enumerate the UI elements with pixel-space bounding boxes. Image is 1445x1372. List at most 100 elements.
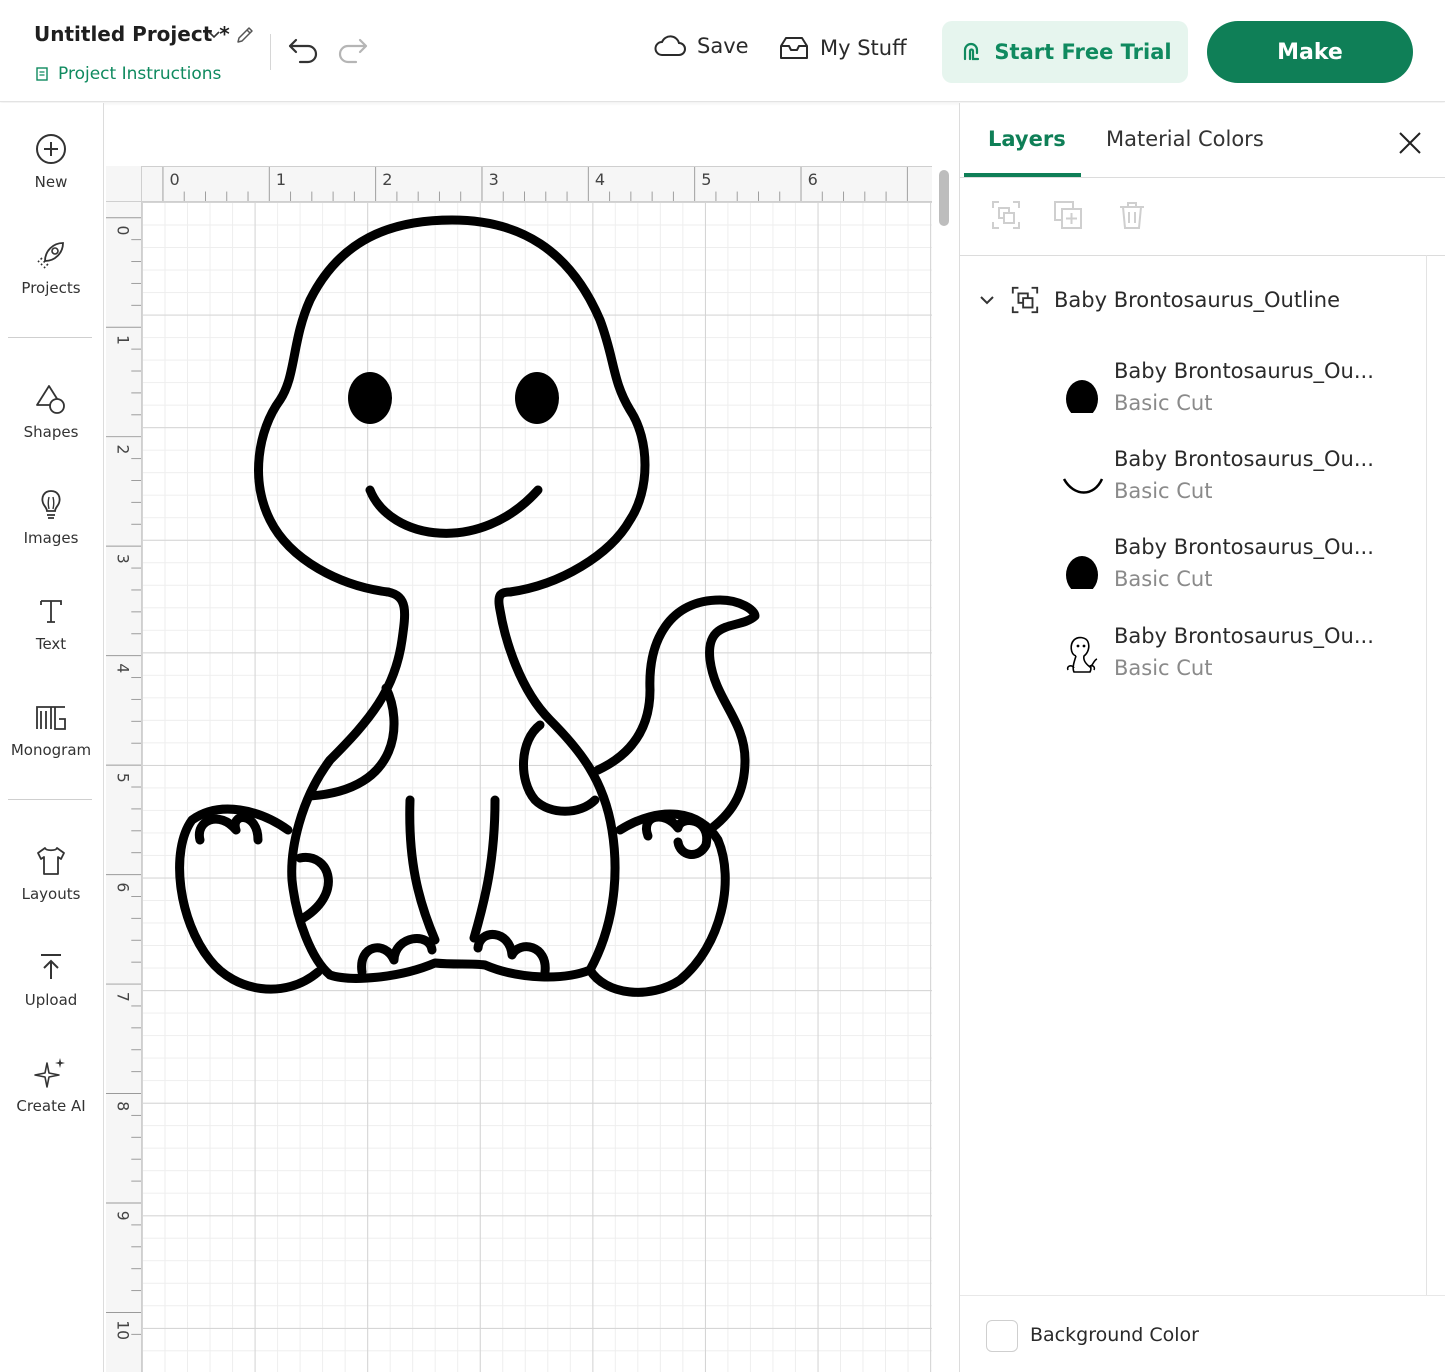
ruler-label: 5 — [114, 773, 132, 783]
dino-front-leg-right — [469, 795, 500, 943]
ruler-label: 0 — [114, 226, 132, 236]
layer-group-row[interactable]: Baby Brontosaurus_Outline — [978, 285, 1340, 315]
sidebar-divider — [8, 799, 92, 800]
access-icon — [964, 42, 980, 61]
layer-name: Baby Brontosaurus_Ou... — [1114, 624, 1374, 648]
project-title[interactable]: Untitled Project * — [34, 22, 230, 46]
dino-back-leg — [519, 720, 600, 816]
ruler-label: 7 — [114, 992, 132, 1002]
sidebar-item-label: New — [34, 173, 68, 191]
sidebar-item-layouts[interactable]: Layouts — [0, 843, 102, 903]
cloud-icon — [654, 35, 686, 56]
sidebar-item-label: Layouts — [21, 885, 81, 903]
layer-operation: Basic Cut — [1114, 656, 1213, 680]
layer-name: Baby Brontosaurus_Ou... — [1114, 535, 1374, 559]
horizontal-ruler: 0 1 2 3 4 5 6 — [106, 166, 932, 202]
background-color-label: Background Color — [1030, 1324, 1199, 1346]
dino-smile — [365, 485, 543, 538]
sidebar-item-label: Images — [23, 529, 79, 547]
layer-operation: Basic Cut — [1114, 479, 1213, 503]
save-label: Save — [697, 34, 749, 58]
tab-layers[interactable]: Layers — [988, 127, 1066, 151]
background-color-row[interactable]: Background Color — [960, 1295, 1445, 1372]
smile-curve-icon — [1062, 478, 1104, 494]
make-button[interactable]: Make — [1207, 21, 1413, 83]
ruler-label: 3 — [114, 554, 132, 564]
ruler-label: 8 — [114, 1101, 132, 1111]
pencil-icon[interactable] — [234, 24, 256, 46]
chevron-down-icon[interactable] — [978, 291, 996, 309]
redo-icon[interactable] — [336, 34, 370, 66]
layer-name: Baby Brontosaurus_Ou... — [1114, 447, 1374, 471]
start-free-trial-label: Start Free Trial — [994, 40, 1172, 64]
dino-right-toes — [642, 812, 712, 859]
chevron-down-icon[interactable] — [206, 26, 222, 42]
dino-front-leg-left — [405, 795, 440, 945]
ruler-label: 2 — [382, 170, 392, 189]
sidebar-item-create-ai[interactable]: Create AI — [0, 1055, 102, 1115]
undo-icon[interactable] — [286, 34, 320, 66]
sparkle-icon — [34, 1058, 65, 1088]
canvas-scrollbar[interactable] — [939, 170, 949, 226]
save-button[interactable]: Save — [653, 34, 749, 58]
layer-operation: Basic Cut — [1114, 567, 1213, 591]
ruler-label: 9 — [114, 1211, 132, 1221]
ruler-label: 6 — [808, 170, 818, 189]
sidebar-item-label: Shapes — [23, 423, 79, 441]
sidebar-item-label: Upload — [24, 991, 78, 1009]
layers-panel: Layers Material Colors Baby Brontosaurus… — [959, 103, 1445, 1372]
dino-left-knee — [295, 852, 333, 925]
tab-material-colors[interactable]: Material Colors — [1106, 127, 1264, 151]
ruler-label: 5 — [701, 170, 711, 189]
sidebar-item-upload[interactable]: Upload — [0, 949, 102, 1009]
layer-item[interactable]: Baby Brontosaurus_Ou... Basic Cut — [1060, 624, 1420, 704]
sidebar-item-projects[interactable]: Projects — [0, 237, 102, 297]
ruler-label: 1 — [114, 335, 132, 345]
top-toolbar: Untitled Project * Project Instructions … — [0, 0, 1445, 102]
divider — [270, 34, 271, 70]
ruler-label: 1 — [276, 170, 286, 189]
my-stuff-button[interactable]: My Stuff — [778, 34, 907, 62]
ruler-label: 10 — [114, 1320, 132, 1340]
ruler-label: 0 — [170, 170, 180, 189]
close-icon[interactable] — [1396, 129, 1424, 157]
ruler-label: 3 — [489, 170, 499, 189]
group-icon[interactable] — [990, 199, 1022, 231]
sidebar-item-label: Projects — [21, 279, 81, 297]
rocket-icon — [37, 242, 64, 269]
ruler-label: 4 — [114, 663, 132, 673]
my-stuff-label: My Stuff — [820, 36, 907, 60]
dino-right-eye — [515, 372, 559, 424]
layer-group-name: Baby Brontosaurus_Outline — [1054, 288, 1341, 312]
upload-icon — [41, 954, 61, 979]
layer-item[interactable]: Baby Brontosaurus_Ou... Basic Cut — [1060, 535, 1420, 615]
trash-icon[interactable] — [1116, 199, 1148, 231]
eye-dot-icon — [1066, 556, 1098, 589]
baby-brontosaurus-design[interactable] — [170, 210, 770, 1010]
layer-operation: Basic Cut — [1114, 391, 1213, 415]
sidebar-item-label: Text — [35, 635, 67, 653]
duplicate-icon[interactable] — [1052, 199, 1084, 231]
sidebar-item-monogram[interactable]: Monogram — [0, 699, 102, 759]
left-sidebar: New Projects Shapes Images Text Monogram… — [0, 103, 104, 1372]
inbox-icon — [780, 37, 808, 59]
dino-body-outline — [287, 587, 620, 983]
layer-item[interactable]: Baby Brontosaurus_Ou... Basic Cut — [1060, 359, 1420, 439]
sidebar-item-label: Monogram — [10, 741, 92, 759]
layer-item[interactable]: Baby Brontosaurus_Ou... Basic Cut — [1060, 447, 1420, 527]
dino-tail-outline — [593, 595, 760, 833]
sidebar-item-text[interactable]: Text — [0, 593, 102, 653]
sidebar-item-new[interactable]: New — [0, 131, 102, 191]
vertical-ruler: 0 1 2 3 4 5 6 7 8 9 10 — [106, 166, 142, 1372]
shapes-icon — [36, 385, 65, 414]
project-instructions-link[interactable]: Project Instructions — [34, 64, 221, 84]
ruler-label: 4 — [595, 170, 605, 189]
sidebar-item-shapes[interactable]: Shapes — [0, 381, 102, 441]
sidebar-item-label: Create AI — [16, 1097, 86, 1115]
sidebar-item-images[interactable]: Images — [0, 487, 102, 547]
background-color-checkbox[interactable] — [986, 1320, 1018, 1352]
start-free-trial-button[interactable]: Start Free Trial — [942, 21, 1188, 83]
toolbar-divider — [960, 255, 1445, 256]
document-icon — [36, 67, 48, 81]
dinosaur-outline-icon — [1066, 636, 1098, 673]
